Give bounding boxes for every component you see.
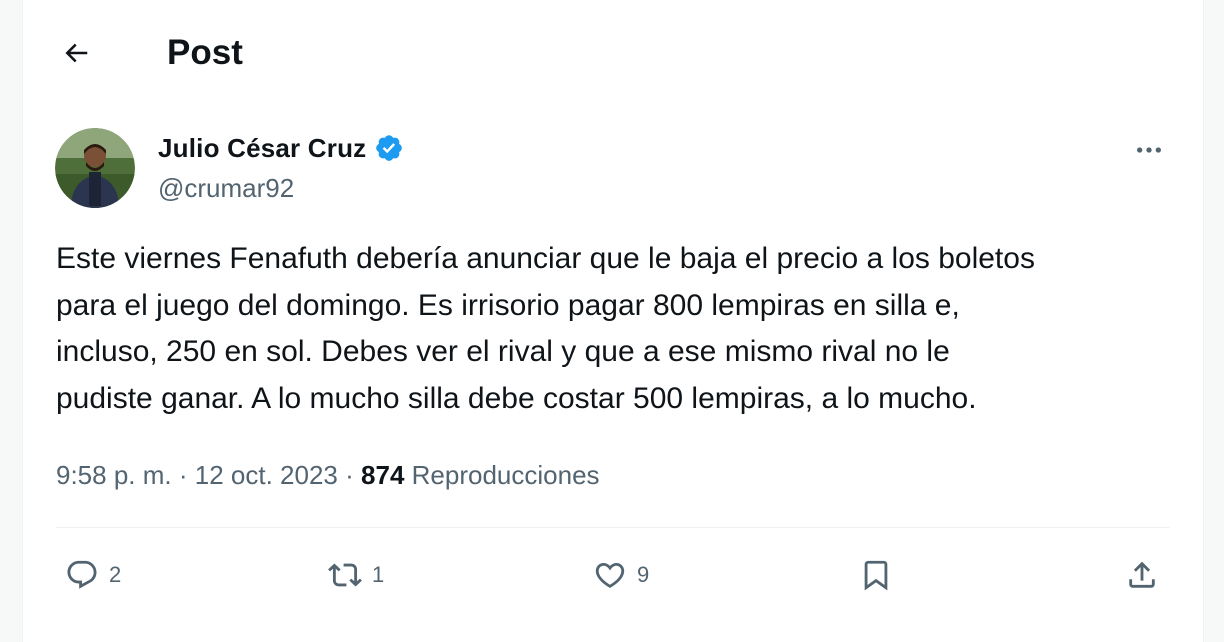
divider <box>56 527 1170 528</box>
views-label: Reproducciones <box>411 460 600 490</box>
profile-photo <box>55 128 135 208</box>
share-button[interactable] <box>1125 552 1159 598</box>
page-title: Post <box>167 33 243 72</box>
retweet-count: 1 <box>372 562 385 587</box>
back-button[interactable] <box>53 30 99 76</box>
post-header: Post <box>23 0 1203 105</box>
meta-separator: · <box>345 460 354 490</box>
meta-separator: · <box>178 460 188 490</box>
tweet-meta: 9:58 p. m. · 12 oct. 2023 · 874 Reproduc… <box>56 455 600 495</box>
bookmark-icon <box>864 560 888 591</box>
author-display-name[interactable]: Julio César Cruz <box>158 133 366 164</box>
avatar[interactable] <box>55 128 135 208</box>
more-options-button[interactable] <box>1129 132 1169 168</box>
more-horizontal-icon <box>1137 147 1161 153</box>
arrow-left-icon <box>65 43 88 63</box>
tweet-date[interactable]: 12 oct. 2023 <box>195 460 338 490</box>
tweet-time[interactable]: 9:58 p. m. <box>56 460 172 490</box>
retweet-icon <box>328 563 362 587</box>
bookmark-button[interactable] <box>859 552 893 598</box>
like-count: 9 <box>637 562 650 587</box>
reply-button[interactable]: 2 <box>65 552 121 598</box>
views-count: 874 <box>361 460 405 490</box>
author-handle[interactable]: @crumar92 <box>158 168 294 208</box>
retweet-button[interactable]: 1 <box>328 552 384 598</box>
post-panel: Post Julio César Cruz @crumar92 Este vie… <box>22 0 1204 642</box>
heart-icon <box>595 562 625 588</box>
verified-badge-icon <box>376 135 403 161</box>
author-name-row: Julio César Cruz <box>158 128 404 168</box>
reply-icon <box>67 560 97 589</box>
reply-count: 2 <box>109 562 122 587</box>
like-button[interactable]: 9 <box>593 552 649 598</box>
share-icon <box>1129 561 1155 588</box>
tweet-text: Este viernes Fenafuth debería anunciar q… <box>56 242 1035 415</box>
